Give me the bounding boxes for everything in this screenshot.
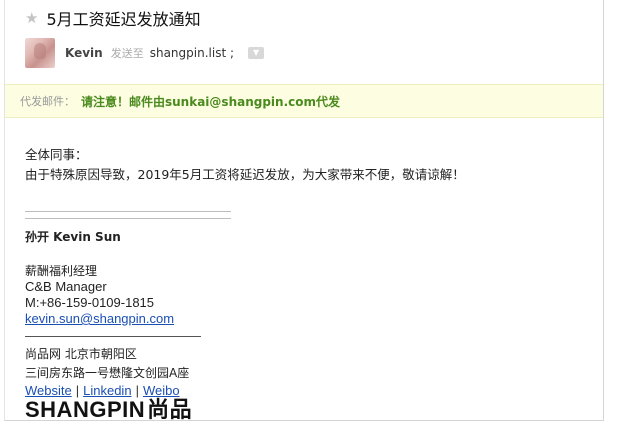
signature-divider bbox=[25, 218, 231, 219]
email-view: ★ 5月工资延迟发放通知 Kevin 发送至 shangpin.list ; ▼… bbox=[4, 0, 604, 421]
sender-row: Kevin 发送至 shangpin.list ; ▼ bbox=[25, 38, 265, 68]
sender-name[interactable]: Kevin bbox=[65, 46, 103, 60]
weibo-link[interactable]: Weibo bbox=[143, 383, 180, 398]
proxy-notice-bar: 代发邮件： 请注意！邮件由sunkai@shangpin.com代发 bbox=[5, 84, 603, 118]
subject-row: ★ 5月工资延迟发放通知 bbox=[25, 6, 201, 30]
signature-email-link[interactable]: kevin.sun@shangpin.com bbox=[25, 311, 174, 326]
website-link[interactable]: Website bbox=[25, 383, 72, 398]
linkedin-link[interactable]: Linkedin bbox=[83, 383, 131, 398]
send-to-label: 发送至 bbox=[110, 47, 144, 60]
signature-name: 孙开 Kevin Sun bbox=[25, 230, 121, 244]
star-icon[interactable]: ★ bbox=[25, 9, 38, 27]
proxy-label: 代发邮件： bbox=[20, 95, 75, 108]
brand-cn: 尚品 bbox=[147, 398, 193, 421]
recipient[interactable]: shangpin.list ; bbox=[150, 46, 234, 60]
avatar[interactable] bbox=[25, 38, 55, 68]
signature-title-cn: 薪酬福利经理 bbox=[25, 264, 98, 278]
signature-phone: M:+86-159-0109-1815 bbox=[25, 295, 155, 310]
proxy-notice-text: 请注意！邮件由sunkai@shangpin.com代发 bbox=[81, 94, 341, 109]
signature-links: Website | Linkedin | Weibo bbox=[25, 383, 180, 398]
signature-address: 三间房东路一号懋隆文创园A座 bbox=[25, 366, 190, 380]
shangpin-logo: SHANGPIN尚品 bbox=[25, 397, 193, 421]
signature-rule bbox=[25, 336, 201, 337]
link-separator: | bbox=[135, 383, 139, 398]
signature-divider bbox=[25, 211, 231, 212]
email-subject: 5月工资延迟发放通知 bbox=[46, 10, 201, 29]
email-message: 由于特殊原因导致，2019年5月工资将延迟发放，为大家带来不便，敬请谅解！ bbox=[25, 167, 465, 182]
email-greeting: 全体同事： bbox=[25, 147, 88, 162]
brand-en: SHANGPIN bbox=[25, 397, 146, 421]
signature-title-en: C&B Manager bbox=[25, 279, 107, 294]
link-separator: | bbox=[75, 383, 80, 398]
chevron-down-icon[interactable]: ▼ bbox=[248, 47, 265, 59]
signature-company: 尚品网 北京市朝阳区 bbox=[25, 347, 137, 361]
